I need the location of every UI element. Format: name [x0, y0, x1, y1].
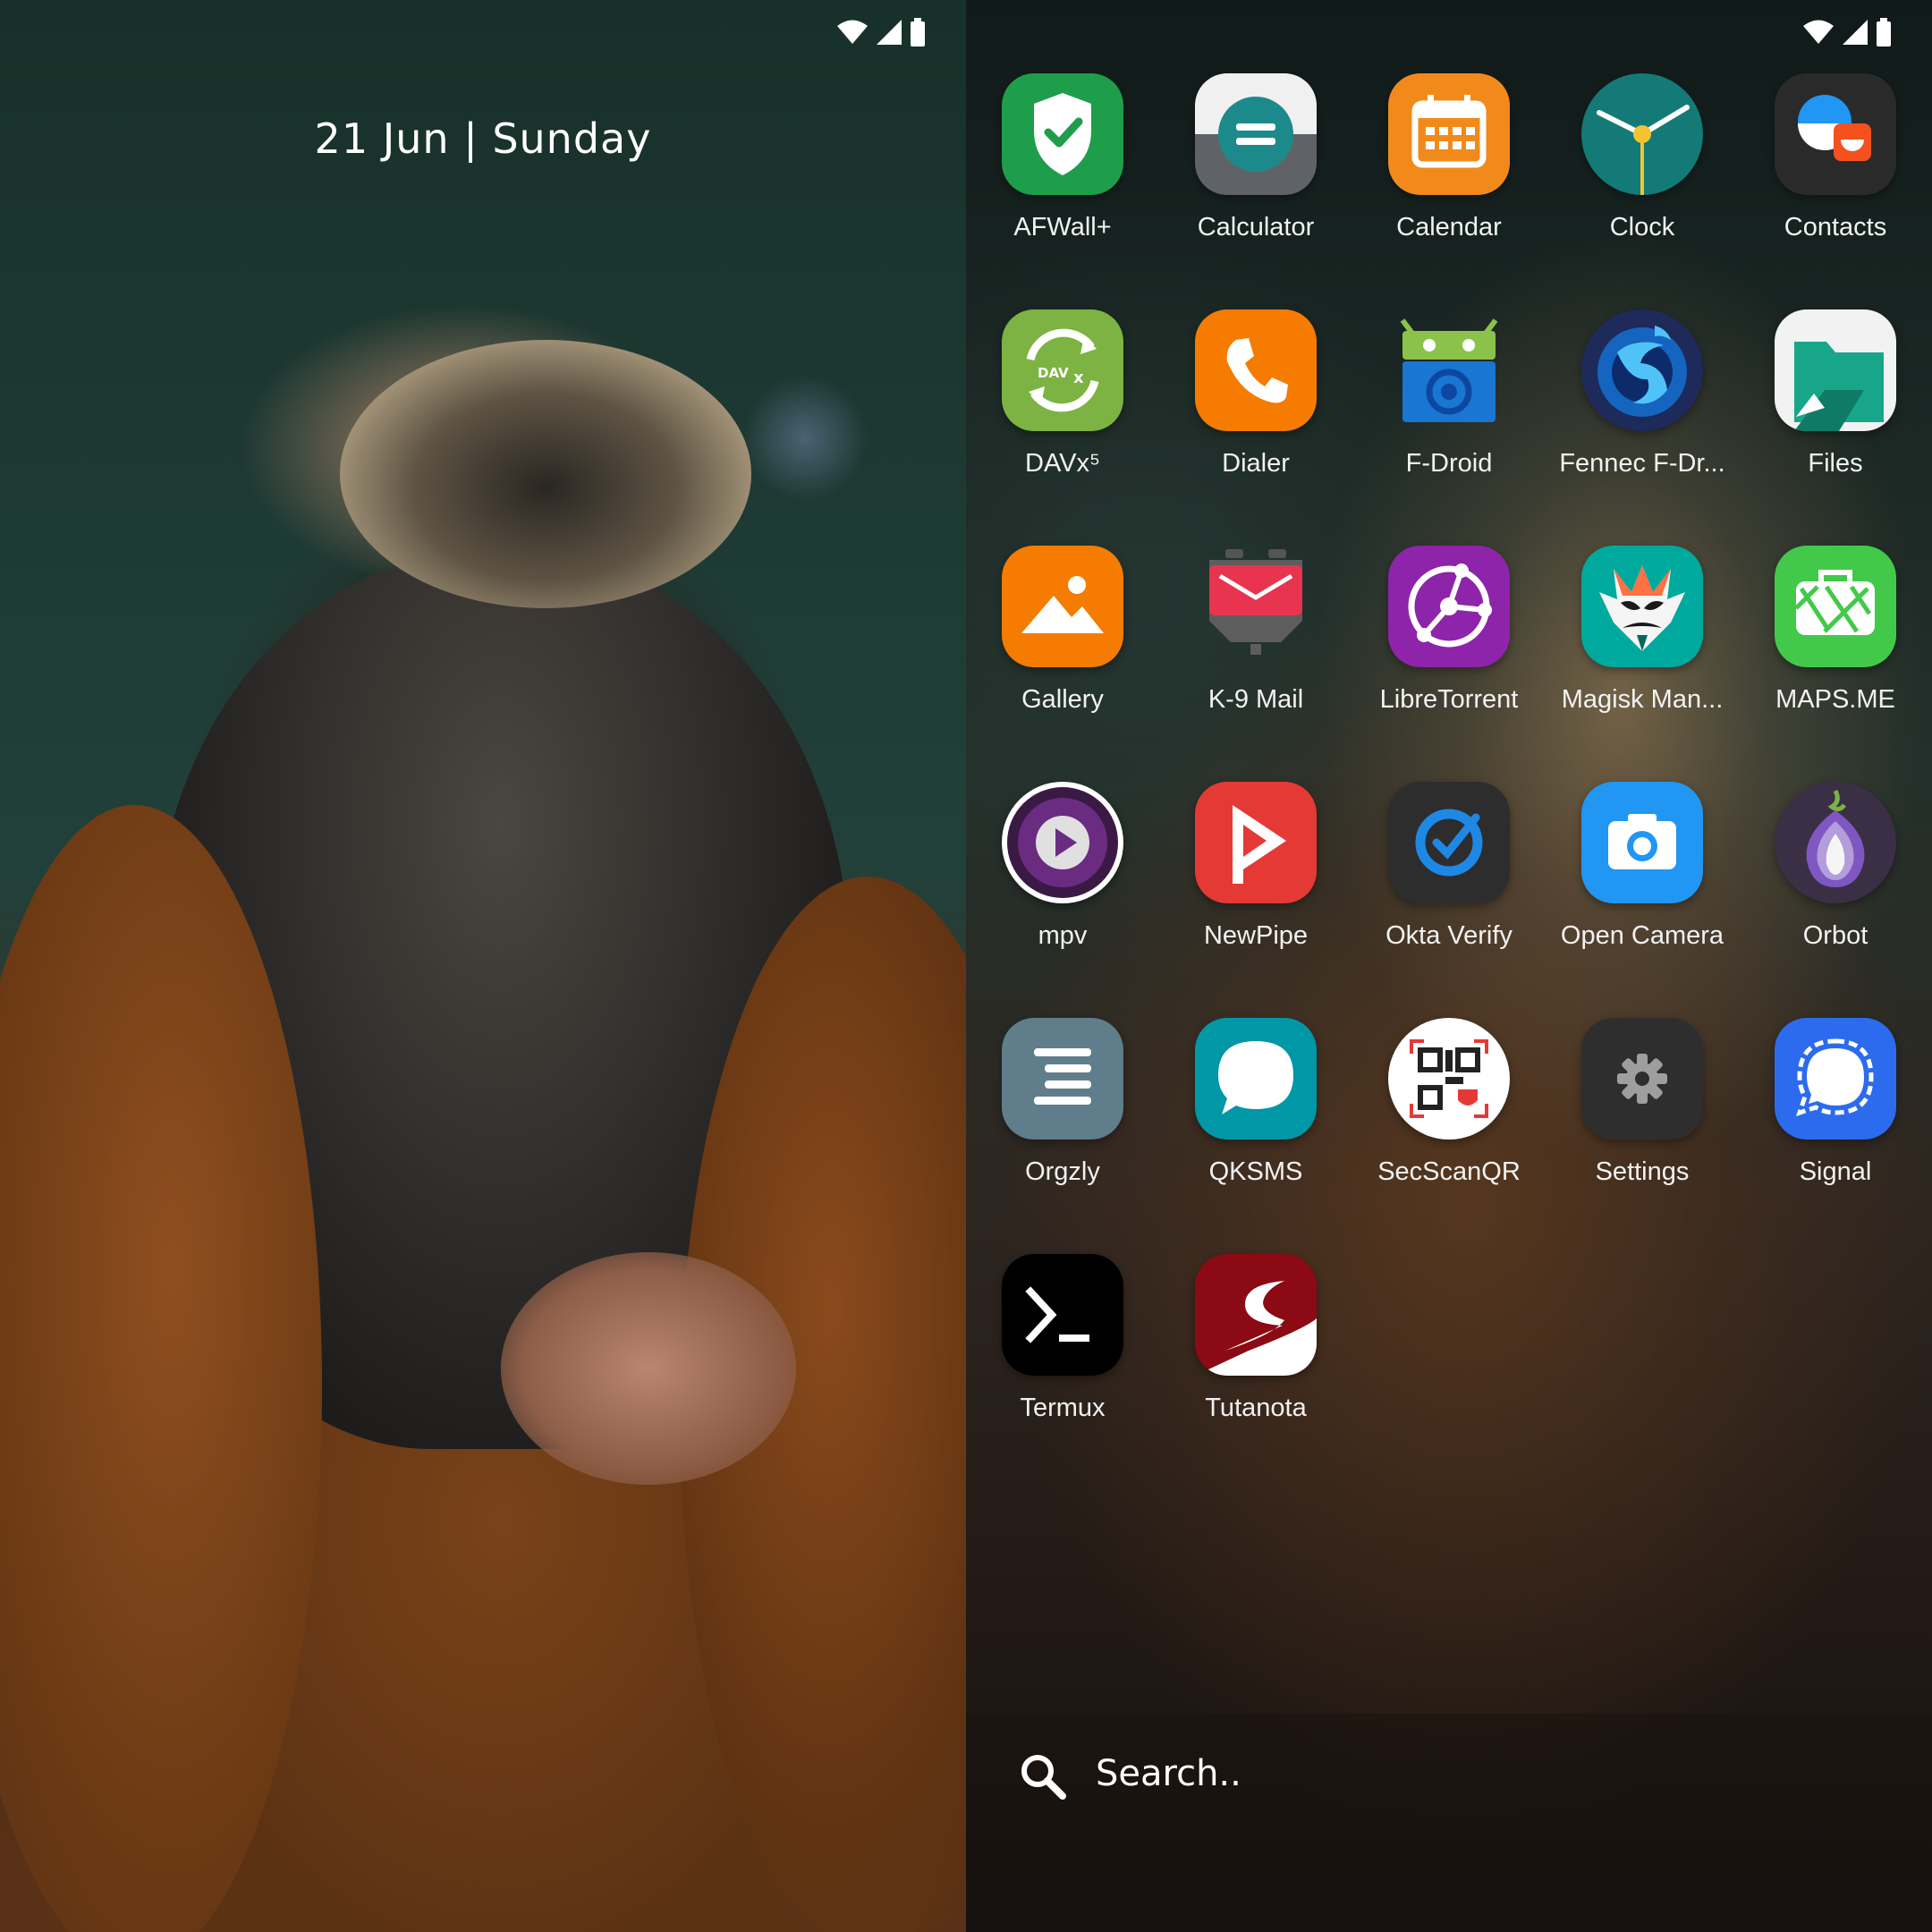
app-label: mpv [1038, 921, 1088, 950]
app-fdroid[interactable]: F-Droid [1352, 309, 1546, 515]
app-label: Open Camera [1560, 921, 1724, 950]
app-label: SecScanQR [1377, 1157, 1521, 1186]
app-files[interactable]: Files [1739, 309, 1932, 515]
fdroid-icon [1388, 309, 1510, 431]
battery-icon [1877, 18, 1891, 47]
app-label: Tutanota [1205, 1394, 1307, 1422]
app-label: Okta Verify [1385, 921, 1513, 950]
wifi-icon [1803, 20, 1834, 44]
app-orgzly[interactable]: Orgzly [966, 1018, 1159, 1224]
app-calculator[interactable]: Calculator [1159, 73, 1352, 279]
app-calendar[interactable]: Calendar [1352, 73, 1546, 279]
terminal-icon [1002, 1254, 1123, 1376]
search-input[interactable]: Search.. [1096, 1753, 1241, 1794]
clock-icon [1581, 73, 1703, 195]
app-termux[interactable]: Termux [966, 1254, 1159, 1460]
libretorrent-icon [1388, 546, 1510, 667]
app-orbot[interactable]: Orbot [1739, 782, 1932, 987]
status-bar-left [836, 13, 926, 52]
wifi-icon [837, 20, 868, 44]
app-label: MAPS.ME [1775, 685, 1895, 714]
app-label: LibreTorrent [1379, 685, 1519, 714]
contacts-icon [1775, 73, 1896, 195]
app-contacts[interactable]: Contacts [1739, 73, 1932, 279]
app-label: Fennec F-Dr... [1559, 449, 1725, 478]
app-settings[interactable]: Settings [1546, 1018, 1739, 1224]
battery-icon [911, 18, 925, 47]
app-label: Termux [1020, 1394, 1106, 1422]
app-fennec[interactable]: Fennec F-Dr... [1546, 309, 1739, 515]
app-label: Clock [1609, 213, 1675, 242]
mpv-play-icon [1002, 782, 1123, 903]
afwall-shield-icon [1002, 73, 1123, 195]
app-label: NewPipe [1203, 921, 1309, 950]
qksms-bubble-icon [1195, 1018, 1317, 1140]
wallpaper-hair-bun [340, 340, 751, 608]
app-opencamera[interactable]: Open Camera [1546, 782, 1739, 987]
signal-icon [1843, 20, 1868, 45]
app-dialer[interactable]: Dialer [1159, 309, 1352, 515]
calendar-icon [1388, 73, 1510, 195]
qr-code-icon [1388, 1018, 1510, 1140]
okta-verify-icon [1388, 782, 1510, 903]
app-gallery[interactable]: Gallery [966, 546, 1159, 751]
orgzly-icon [1002, 1018, 1123, 1140]
phone-icon [1195, 309, 1317, 431]
app-label: Calendar [1396, 213, 1502, 242]
folder-icon [1775, 309, 1896, 431]
fennec-fox-icon [1581, 309, 1703, 431]
app-afwall[interactable]: AFWall+ [966, 73, 1159, 279]
davx5-sync-icon: DAV x [1002, 309, 1123, 431]
lock-screen-wallpaper: 21 Jun | Sunday [0, 0, 966, 1932]
app-clock[interactable]: Clock [1546, 73, 1739, 279]
calculator-icon [1195, 73, 1317, 195]
lock-screen-date: 21 Jun | Sunday [314, 114, 652, 163]
signal-bubble-icon [1775, 1018, 1896, 1140]
camera-icon [1581, 782, 1703, 903]
signal-icon [877, 20, 902, 45]
tutanota-icon [1195, 1254, 1317, 1376]
app-label: Orgzly [1025, 1157, 1100, 1186]
app-label: Dialer [1222, 449, 1290, 478]
search-icon [1021, 1755, 1066, 1800]
app-label: Signal [1799, 1157, 1872, 1186]
orbot-onion-icon [1775, 782, 1896, 903]
k9-mail-icon [1195, 546, 1317, 667]
search-bar[interactable]: Search.. [966, 1714, 1932, 1932]
app-label: Orbot [1802, 921, 1868, 950]
app-secscanqr[interactable]: SecScanQR [1352, 1018, 1546, 1224]
app-okta[interactable]: Okta Verify [1352, 782, 1546, 987]
app-mapsme[interactable]: MAPS.ME [1739, 546, 1932, 751]
status-bar-right [1802, 13, 1892, 52]
app-label: K-9 Mail [1208, 685, 1304, 714]
app-label: Files [1808, 449, 1863, 478]
app-label: DAVx⁵ [1025, 449, 1100, 478]
gallery-icon [1002, 546, 1123, 667]
app-drawer: AFWall+ Calculator Calendar Clock Contac… [966, 0, 1932, 1932]
svg-text:x: x [1073, 369, 1084, 387]
app-libretorrent[interactable]: LibreTorrent [1352, 546, 1546, 751]
app-newpipe[interactable]: NewPipe [1159, 782, 1352, 987]
app-label: F-Droid [1405, 449, 1493, 478]
magisk-mask-icon [1581, 546, 1703, 667]
svg-text:DAV: DAV [1038, 365, 1069, 381]
app-signal[interactable]: Signal [1739, 1018, 1932, 1224]
app-davx5[interactable]: DAV x DAVx⁵ [966, 309, 1159, 515]
app-magisk[interactable]: Magisk Man... [1546, 546, 1739, 751]
app-k9mail[interactable]: K-9 Mail [1159, 546, 1352, 751]
maps-me-icon [1775, 546, 1896, 667]
app-mpv[interactable]: mpv [966, 782, 1159, 987]
app-qksms[interactable]: QKSMS [1159, 1018, 1352, 1224]
app-tutanota[interactable]: Tutanota [1159, 1254, 1352, 1460]
app-label: Settings [1595, 1157, 1690, 1186]
app-label: Magisk Man... [1561, 685, 1724, 714]
app-label: Gallery [1021, 685, 1104, 714]
app-label: Calculator [1197, 213, 1315, 242]
gear-icon [1581, 1018, 1703, 1140]
app-label: Contacts [1784, 213, 1887, 242]
app-label: AFWall+ [1013, 213, 1112, 242]
newpipe-play-icon [1195, 782, 1317, 903]
app-label: QKSMS [1208, 1157, 1303, 1186]
wallpaper-hand [501, 1252, 796, 1485]
